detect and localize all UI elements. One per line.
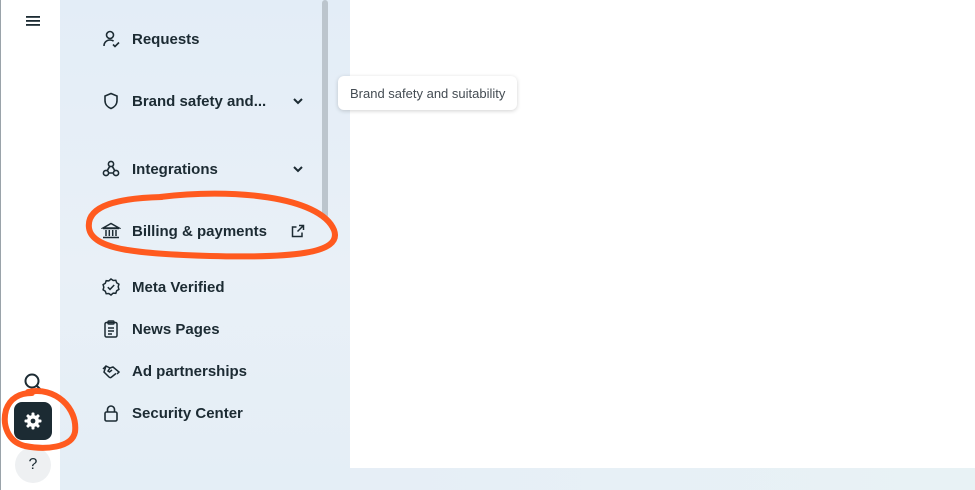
lock-icon	[100, 402, 122, 424]
nav-item-security-center[interactable]: Security Center	[100, 398, 310, 428]
help-button[interactable]: ?	[15, 447, 51, 483]
menu-button[interactable]	[13, 0, 53, 40]
nav-item-label: News Pages	[132, 320, 220, 338]
nav-item-label: Ad partnerships	[132, 362, 248, 380]
nav-item-label: Billing & payments	[132, 222, 268, 240]
settings-nav-panel: Requests Brand safety and... Integration…	[60, 0, 374, 490]
nav-item-news-pages[interactable]: News Pages	[100, 314, 310, 344]
nav-item-integrations[interactable]: Integrations	[100, 154, 310, 184]
nav-scrollbar[interactable]	[322, 0, 328, 218]
nav-item-label: Meta Verified	[132, 278, 225, 296]
shield-icon	[100, 90, 122, 112]
handshake-icon	[100, 360, 122, 382]
settings-button[interactable]	[14, 402, 52, 440]
clipboard-icon	[100, 318, 122, 340]
integrations-icon	[100, 158, 122, 180]
tooltip-text: Brand safety and suitability	[350, 85, 506, 101]
bottom-strip	[350, 468, 975, 490]
nav-item-meta-verified[interactable]: Meta Verified	[100, 272, 310, 302]
bank-icon	[100, 220, 122, 242]
search-button[interactable]	[13, 362, 53, 402]
nav-item-label: Integrations	[132, 160, 218, 178]
search-icon	[24, 373, 42, 391]
help-label: ?	[28, 456, 38, 473]
nav-item-brand-safety[interactable]: Brand safety and...	[100, 86, 310, 116]
icon-rail: ?	[0, 0, 61, 490]
chevron-down-icon	[293, 166, 303, 173]
nav-item-label: Requests	[132, 30, 200, 48]
nav-item-ad-partnerships[interactable]: Ad partnerships	[100, 356, 310, 386]
hamburger-menu-icon	[26, 16, 40, 26]
external-link-icon	[291, 224, 305, 238]
tooltip: Brand safety and suitability	[338, 76, 518, 110]
gear-icon	[24, 412, 42, 430]
nav-item-label: Security Center	[132, 404, 243, 422]
person-check-icon	[100, 28, 122, 50]
nav-item-requests[interactable]: Requests	[100, 24, 310, 54]
nav-item-label: Brand safety and...	[132, 92, 267, 110]
chevron-down-icon	[293, 98, 303, 105]
verified-badge-icon	[100, 276, 122, 298]
main-content	[350, 0, 975, 468]
nav-item-billing-payments[interactable]: Billing & payments	[100, 216, 310, 246]
